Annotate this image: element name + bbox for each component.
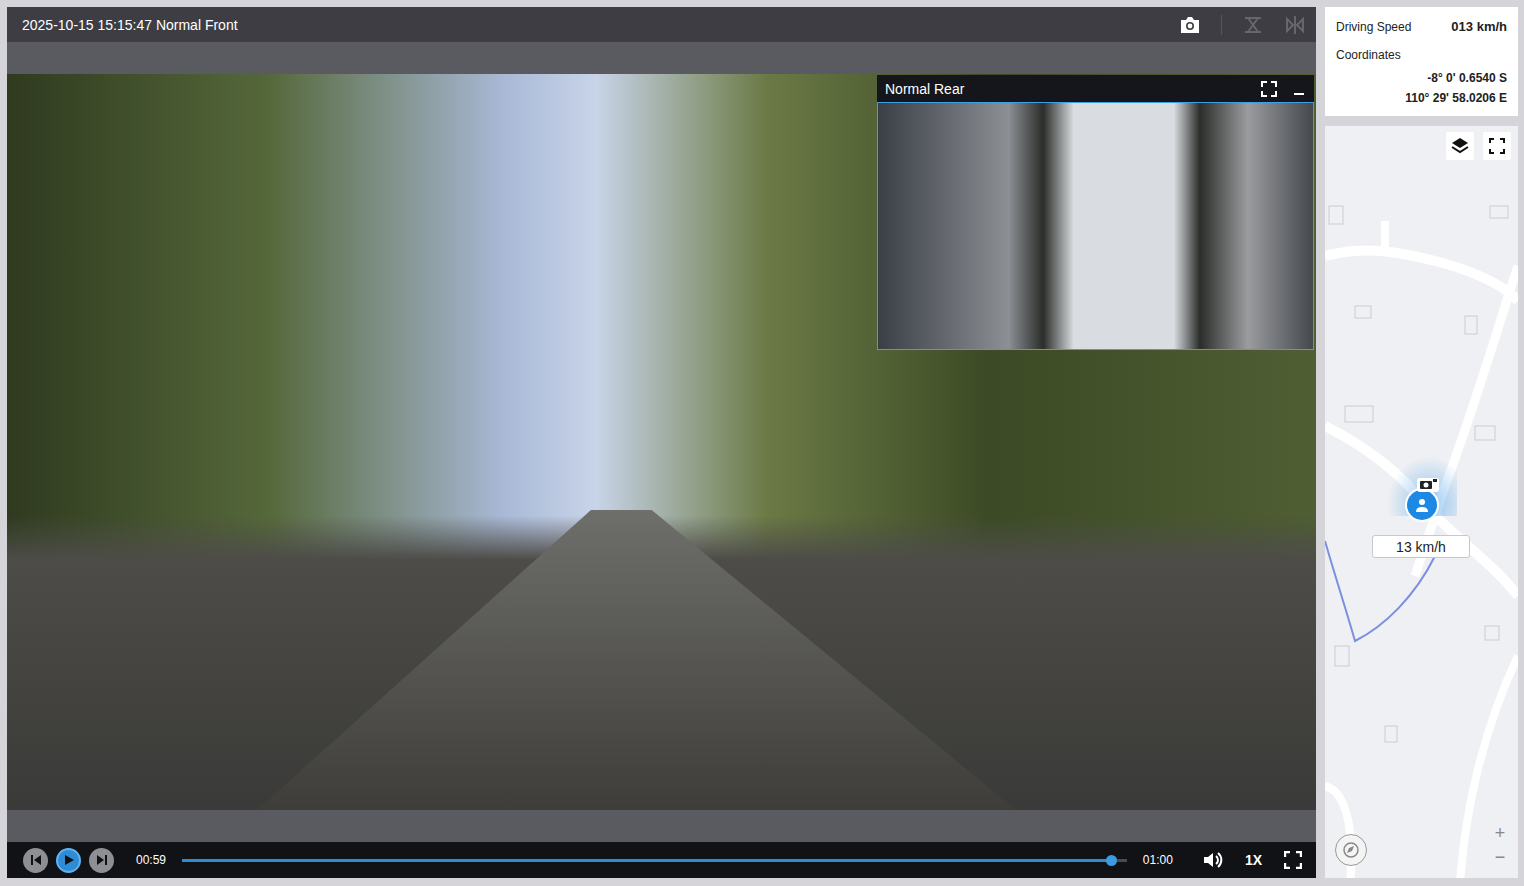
zoom-out-button[interactable]: − (1490, 846, 1510, 868)
duration: 01:00 (1139, 853, 1177, 867)
current-time: 00:59 (132, 853, 170, 867)
speed-value: 013 km/h (1451, 19, 1507, 34)
mirror-icon[interactable] (1284, 15, 1306, 35)
expand-icon[interactable] (1260, 80, 1278, 98)
play-button[interactable] (56, 848, 81, 873)
map-fullscreen-button[interactable] (1483, 132, 1511, 160)
progress-track[interactable] (182, 859, 1127, 862)
transform-icon[interactable] (1242, 15, 1264, 35)
layers-icon (1451, 137, 1469, 155)
info-card: Driving Speed 013 km/h Coordinates -8° 0… (1325, 7, 1518, 116)
coordinates-label: Coordinates (1336, 48, 1507, 62)
speed-button[interactable]: 1X (1245, 852, 1262, 868)
marker-speed-label: 13 km/h (1372, 535, 1470, 558)
layers-button[interactable] (1446, 132, 1474, 160)
fullscreen-icon (1489, 138, 1505, 154)
person-icon (1414, 497, 1430, 513)
fullscreen-icon[interactable] (1284, 851, 1302, 869)
next-button[interactable] (89, 848, 114, 873)
viewer-panel: 2025-10-15 15:15:47 Normal Front Normal … (7, 7, 1316, 878)
rear-video (877, 102, 1314, 350)
longitude: 110° 29' 58.0206 E (1336, 88, 1507, 108)
snapshot-camera-icon[interactable] (1179, 16, 1201, 34)
rear-title: Normal Rear (885, 81, 1246, 97)
side-panel: Driving Speed 013 km/h Coordinates -8° 0… (1325, 7, 1518, 878)
dashcam-icon (1417, 478, 1439, 492)
front-video: Normal Rear (7, 74, 1316, 810)
compass-button[interactable] (1335, 834, 1367, 866)
playback-controls: 00:59 01:00 1X (7, 842, 1316, 878)
minimize-icon[interactable] (1292, 82, 1306, 96)
previous-icon (30, 854, 42, 866)
rear-video-window: Normal Rear (877, 75, 1314, 350)
compass-icon (1342, 841, 1360, 859)
viewer-title: 2025-10-15 15:15:47 Normal Front (22, 17, 1179, 33)
vehicle-marker[interactable] (1405, 488, 1439, 522)
viewer-header: 2025-10-15 15:15:47 Normal Front (7, 7, 1316, 42)
zoom-in-button[interactable]: + (1490, 822, 1510, 844)
zoom-controls: + − (1490, 822, 1510, 868)
volume-icon[interactable] (1203, 851, 1223, 869)
next-icon (96, 854, 108, 866)
play-icon (63, 854, 75, 866)
previous-button[interactable] (23, 848, 48, 873)
map[interactable]: 13 km/h + − (1325, 126, 1518, 878)
progress-fill (182, 859, 1112, 862)
speed-label: Driving Speed (1336, 20, 1411, 34)
latitude: -8° 0' 0.6540 S (1336, 68, 1507, 88)
